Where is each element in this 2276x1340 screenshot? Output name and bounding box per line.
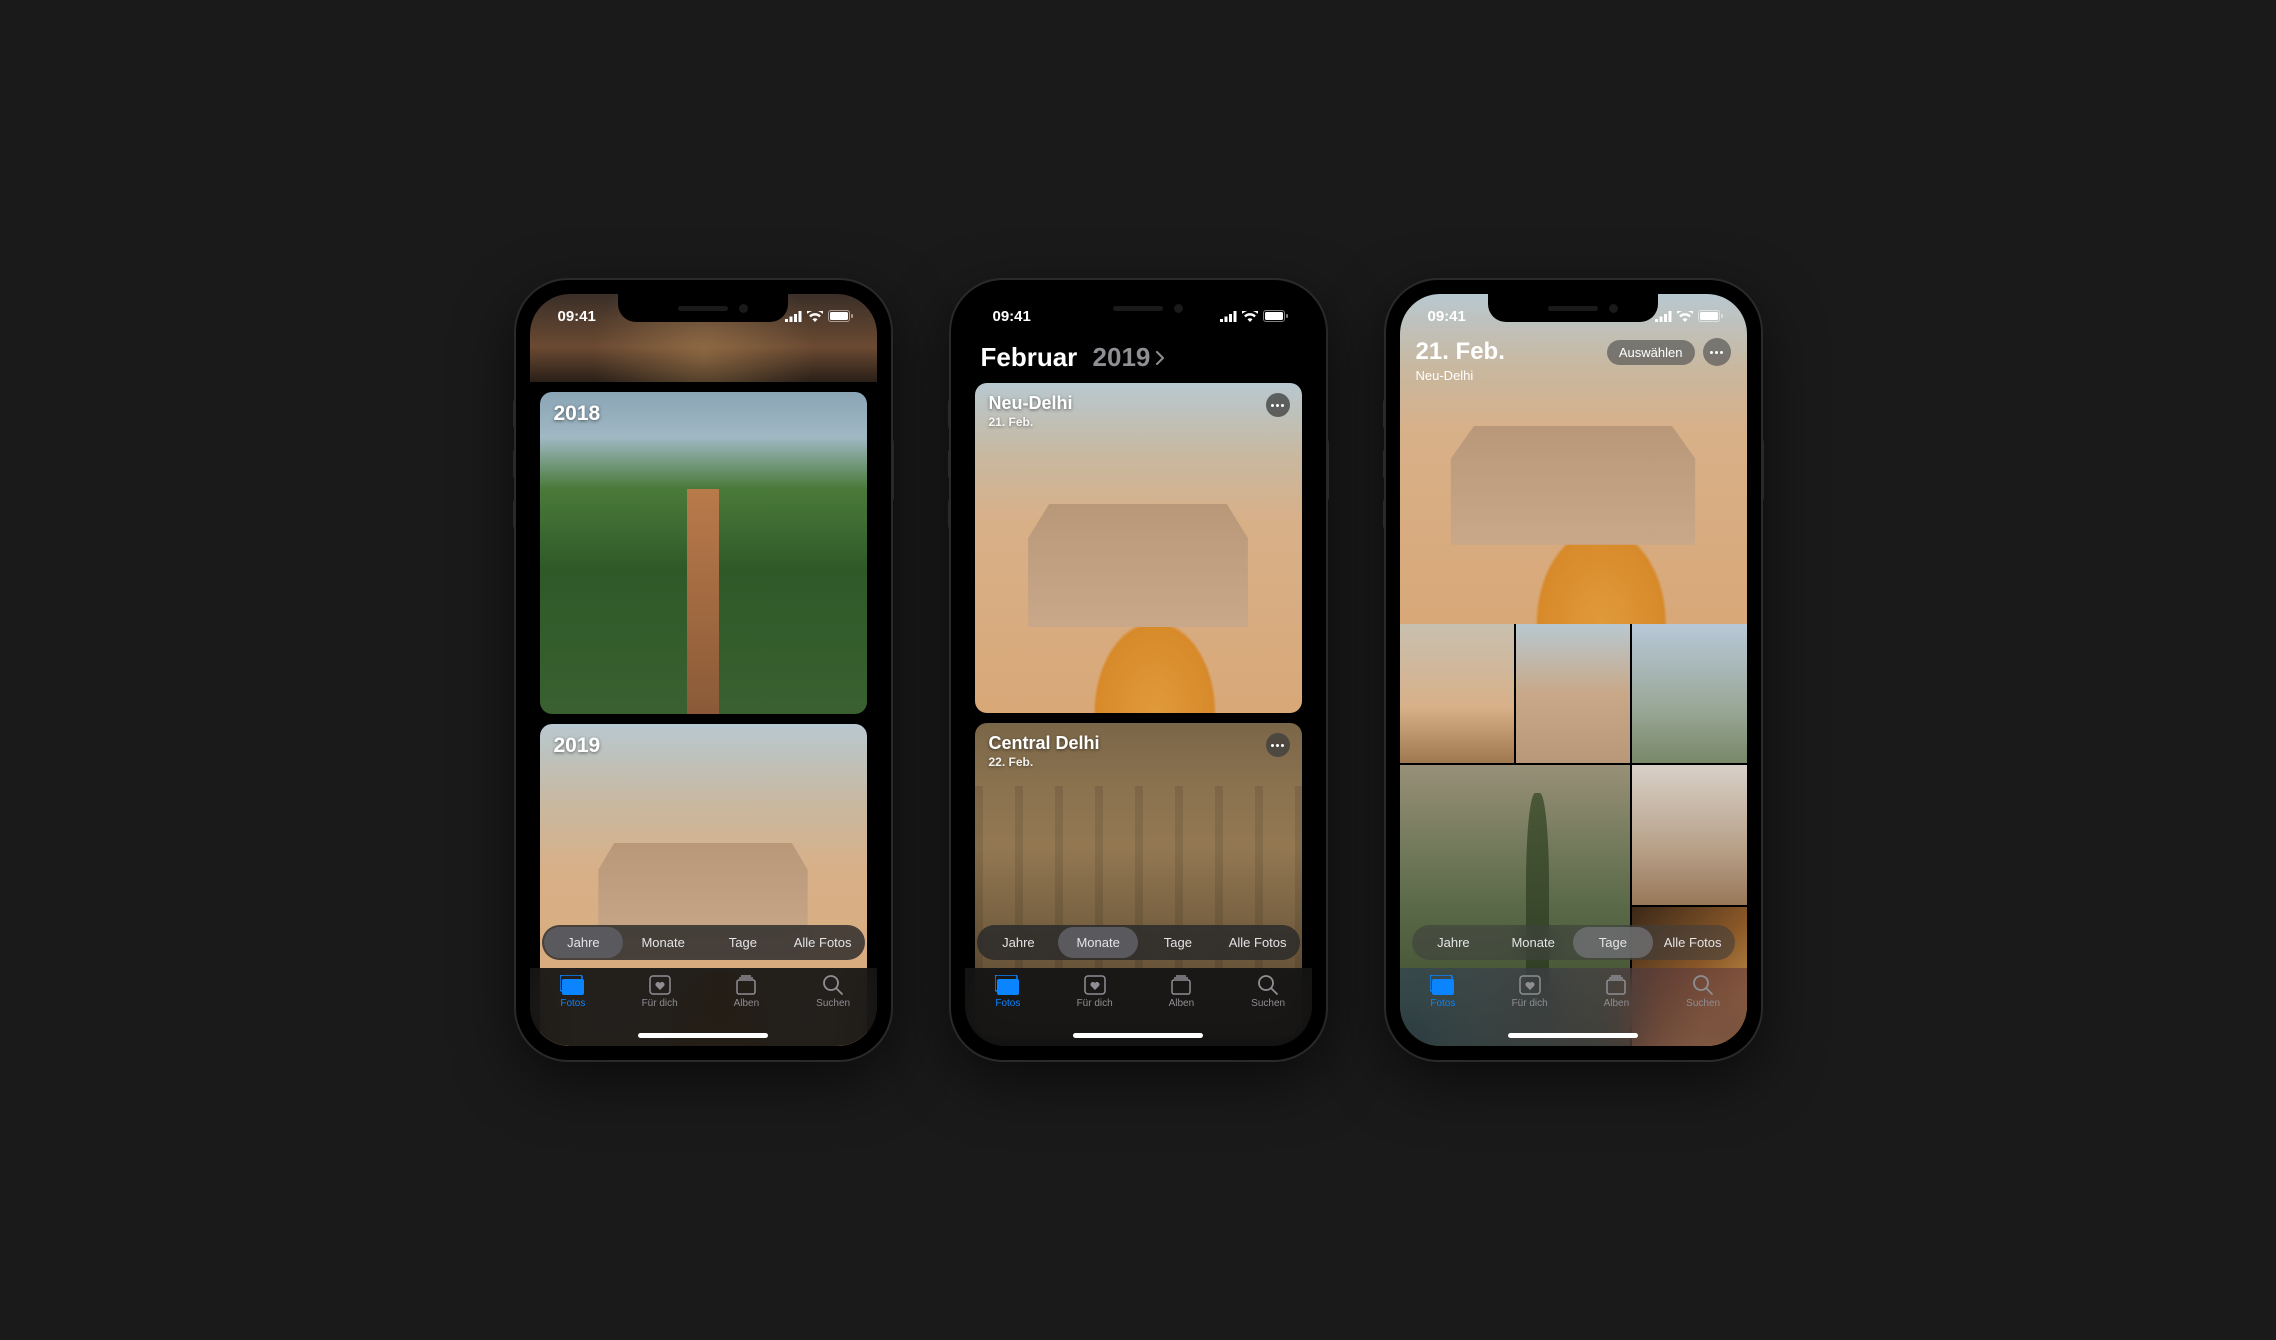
month-card-neu-delhi[interactable]: Neu-Delhi 21. Feb. (975, 383, 1302, 713)
signal-icon (1220, 311, 1237, 322)
heart-square-icon (1082, 974, 1108, 996)
month-card-label: Central Delhi 22. Feb. (989, 733, 1100, 769)
search-icon (1255, 974, 1281, 996)
days-header-actions: Auswählen (1607, 338, 1731, 366)
year-card-2018[interactable]: 2018 (540, 392, 867, 714)
notch (1053, 294, 1223, 322)
notch (1488, 294, 1658, 322)
more-button[interactable] (1703, 338, 1731, 366)
albums-icon (1603, 974, 1629, 996)
photo-thumbnail[interactable] (1632, 765, 1746, 904)
segment-days[interactable]: Tage (1573, 927, 1653, 958)
month-card-subtitle: 22. Feb. (989, 755, 1100, 769)
tab-label: Fotos (1430, 998, 1455, 1009)
heart-square-icon (647, 974, 673, 996)
tab-label: Fotos (560, 998, 585, 1009)
more-button[interactable] (1266, 393, 1290, 417)
select-button[interactable]: Auswählen (1607, 340, 1695, 365)
year-label: 2018 (554, 402, 601, 426)
home-indicator[interactable] (638, 1033, 768, 1038)
segment-control: Jahre Monate Tage Alle Fotos (542, 925, 865, 960)
signal-icon (1655, 311, 1672, 322)
segment-control: Jahre Monate Tage Alle Fotos (977, 925, 1300, 960)
battery-icon (828, 310, 853, 322)
segment-days[interactable]: Tage (703, 927, 783, 958)
tab-label: Für dich (1512, 998, 1548, 1009)
status-time: 09:41 (558, 308, 596, 325)
segment-years[interactable]: Jahre (979, 927, 1059, 958)
month-card-title: Central Delhi (989, 733, 1100, 754)
month-card-subtitle: 21. Feb. (989, 415, 1073, 429)
status-right (1655, 310, 1723, 322)
tab-photos[interactable]: Fotos (1400, 974, 1487, 1046)
albums-icon (733, 974, 759, 996)
tab-photos[interactable]: Fotos (965, 974, 1052, 1046)
segment-days[interactable]: Tage (1138, 927, 1218, 958)
tab-photos[interactable]: Fotos (530, 974, 617, 1046)
segment-years[interactable]: Jahre (1414, 927, 1494, 958)
status-time: 09:41 (993, 308, 1031, 325)
tab-label: Suchen (816, 998, 850, 1009)
tab-label: Für dich (1077, 998, 1113, 1009)
photo-thumbnail[interactable] (1516, 624, 1630, 763)
days-date: 21. Feb. (1416, 338, 1505, 366)
month-card-title: Neu-Delhi (989, 393, 1073, 414)
chevron-right-icon (1156, 351, 1165, 365)
segment-control: Jahre Monate Tage Alle Fotos (1412, 925, 1735, 960)
wifi-icon (1242, 311, 1258, 322)
segment-months[interactable]: Monate (623, 927, 703, 958)
tab-label: Alben (734, 998, 760, 1009)
days-location: Neu-Delhi (1416, 368, 1505, 383)
signal-icon (785, 311, 802, 322)
photos-icon (560, 974, 586, 996)
tab-label: Alben (1604, 998, 1630, 1009)
status-time: 09:41 (1428, 308, 1466, 325)
search-icon (820, 974, 846, 996)
home-indicator[interactable] (1508, 1033, 1638, 1038)
days-header: 21. Feb. Neu-Delhi Auswählen (1416, 338, 1731, 383)
tab-search[interactable]: Suchen (790, 974, 877, 1046)
status-right (1220, 310, 1288, 322)
tab-label: Suchen (1686, 998, 1720, 1009)
phone-years-view: 09:41 2018 2019 (516, 280, 891, 1060)
segment-years[interactable]: Jahre (544, 927, 624, 958)
segment-all-photos[interactable]: Alle Fotos (783, 927, 863, 958)
month-card-label: Neu-Delhi 21. Feb. (989, 393, 1073, 429)
months-title[interactable]: Februar 2019 (975, 338, 1302, 383)
photo-thumbnail[interactable] (1400, 624, 1514, 763)
battery-icon (1698, 310, 1723, 322)
photos-icon (1430, 974, 1456, 996)
screen: 09:41 2018 2019 (530, 294, 877, 1046)
segment-all-photos[interactable]: Alle Fotos (1653, 927, 1733, 958)
wifi-icon (1677, 311, 1693, 322)
status-right (785, 310, 853, 322)
albums-icon (1168, 974, 1194, 996)
tab-label: Für dich (642, 998, 678, 1009)
phone-days-view: 09:41 21. Feb. Neu-Delhi Auswählen (1386, 280, 1761, 1060)
tab-label: Fotos (995, 998, 1020, 1009)
tab-label: Alben (1169, 998, 1195, 1009)
notch (618, 294, 788, 322)
screen: 09:41 Februar 2019 (965, 294, 1312, 1046)
heart-square-icon (1517, 974, 1543, 996)
photo-thumbnail[interactable] (1632, 624, 1746, 763)
phone-months-view: 09:41 Februar 2019 (951, 280, 1326, 1060)
search-icon (1690, 974, 1716, 996)
screen: 09:41 21. Feb. Neu-Delhi Auswählen (1400, 294, 1747, 1046)
month-name: Februar (981, 342, 1078, 373)
more-button[interactable] (1266, 733, 1290, 757)
home-indicator[interactable] (1073, 1033, 1203, 1038)
year-label: 2019 (554, 734, 601, 758)
tab-search[interactable]: Suchen (1225, 974, 1312, 1046)
wifi-icon (807, 311, 823, 322)
segment-months[interactable]: Monate (1493, 927, 1573, 958)
segment-months[interactable]: Monate (1058, 927, 1138, 958)
tab-label: Suchen (1251, 998, 1285, 1009)
battery-icon (1263, 310, 1288, 322)
segment-all-photos[interactable]: Alle Fotos (1218, 927, 1298, 958)
photos-icon (995, 974, 1021, 996)
tab-search[interactable]: Suchen (1660, 974, 1747, 1046)
days-header-info: 21. Feb. Neu-Delhi (1416, 338, 1505, 383)
month-year: 2019 (1093, 342, 1151, 373)
